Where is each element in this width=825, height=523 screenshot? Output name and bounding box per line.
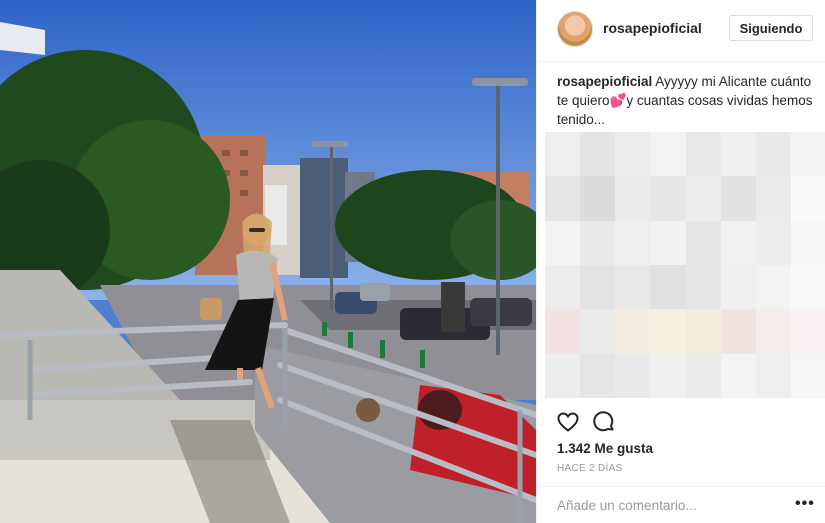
more-options-icon[interactable]: ••• — [795, 496, 815, 512]
post-side-panel: rosapepioficial Siguiendo rosapepioficia… — [536, 0, 825, 523]
likes-count[interactable]: 1.342 Me gusta — [557, 441, 653, 456]
comment-bubble-icon[interactable] — [592, 410, 616, 434]
caption-username[interactable]: rosapepioficial — [557, 74, 652, 89]
post-header: rosapepioficial Siguiendo — [537, 0, 825, 62]
post-photo-illustration — [0, 0, 536, 523]
comment-input[interactable] — [557, 495, 777, 515]
post-actions — [537, 406, 825, 436]
post-photo[interactable] — [0, 0, 536, 523]
following-button[interactable]: Siguiendo — [729, 15, 813, 41]
post-caption: rosapepioficial Ayyyyy mi Alicante cuánt… — [557, 72, 817, 129]
heart-outline-icon[interactable] — [556, 410, 580, 434]
username-link[interactable]: rosapepioficial — [603, 20, 702, 36]
avatar[interactable] — [557, 11, 593, 47]
blurred-comments-area — [545, 132, 825, 398]
heart-emoji: 💕 — [609, 93, 627, 108]
comment-box: ••• — [537, 486, 825, 523]
post-timestamp[interactable]: HACE 2 DÍAS — [557, 463, 623, 474]
